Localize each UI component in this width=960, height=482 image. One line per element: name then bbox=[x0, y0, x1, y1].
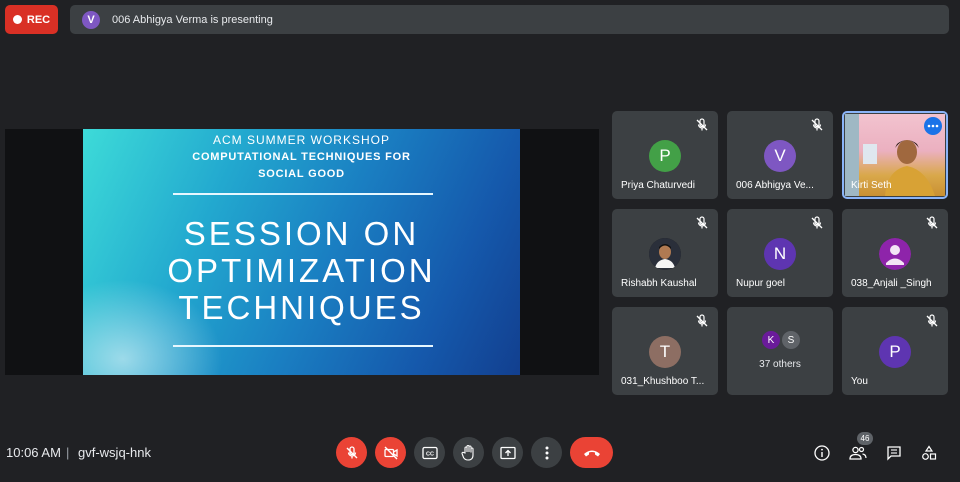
chat-button[interactable] bbox=[883, 442, 905, 464]
record-dot-icon bbox=[12, 15, 22, 24]
leave-call-button[interactable] bbox=[570, 437, 613, 468]
raise-hand-button[interactable] bbox=[453, 437, 484, 468]
slide-divider-bottom bbox=[173, 345, 433, 347]
default-person-avatar-icon bbox=[879, 238, 911, 270]
svg-text:CC: CC bbox=[426, 451, 434, 457]
clock: 10:06 AM bbox=[6, 445, 61, 460]
activities-icon bbox=[922, 445, 937, 460]
participant-avatar: P bbox=[649, 140, 681, 172]
self-name: You bbox=[851, 376, 868, 387]
slide-subheading-2: SOCIAL GOOD bbox=[258, 168, 345, 180]
mic-off-icon bbox=[926, 314, 938, 327]
presentation-slide: ACM SUMMER WORKSHOP COMPUTATIONAL TECHNI… bbox=[83, 129, 520, 375]
present-now-button[interactable] bbox=[492, 437, 523, 468]
hand-icon bbox=[460, 444, 474, 461]
participant-name: 031_Khushboo T... bbox=[621, 376, 705, 387]
presenting-text: 006 Abhigya Verma is presenting bbox=[112, 13, 273, 26]
mic-off-icon bbox=[926, 216, 938, 229]
slide-title-line1: SESSION ON bbox=[183, 215, 420, 252]
captions-button[interactable]: CC bbox=[414, 437, 445, 468]
mic-off-icon bbox=[346, 445, 357, 458]
hang-up-icon bbox=[583, 450, 600, 456]
camera-toggle-button[interactable] bbox=[375, 437, 406, 468]
camera-off-icon bbox=[383, 446, 398, 459]
participant-tile[interactable]: N Nupur goel bbox=[727, 209, 833, 297]
participant-tile[interactable]: T 031_Khushboo T... bbox=[612, 307, 718, 395]
slide-subheading-1: COMPUTATIONAL TECHNIQUES FOR bbox=[192, 151, 411, 163]
separator: | bbox=[66, 445, 70, 460]
mic-off-icon bbox=[811, 216, 823, 229]
mic-off-icon bbox=[696, 216, 708, 229]
slide-title-line2: OPTIMIZATION bbox=[167, 252, 436, 289]
recording-indicator: REC bbox=[5, 5, 58, 34]
others-tile[interactable]: K S 37 others bbox=[727, 307, 833, 395]
mic-toggle-button[interactable] bbox=[336, 437, 367, 468]
meeting-details-button[interactable] bbox=[811, 442, 833, 464]
participant-tile[interactable]: Rishabh Kaushal bbox=[612, 209, 718, 297]
presenter-avatar: V bbox=[82, 10, 100, 29]
participant-tile[interactable]: P Priya Chaturvedi bbox=[612, 111, 718, 199]
participant-name: 038_Anjali _Singh bbox=[851, 278, 932, 289]
more-options-icon[interactable] bbox=[924, 117, 942, 135]
other-avatar: S bbox=[782, 331, 800, 349]
people-count-badge: 46 bbox=[857, 432, 873, 445]
participant-avatar: N bbox=[764, 238, 796, 270]
slide-heading: ACM SUMMER WORKSHOP bbox=[212, 133, 390, 147]
self-avatar: P bbox=[879, 336, 911, 368]
info-icon bbox=[814, 445, 830, 461]
participant-name: 006 Abhigya Ve... bbox=[736, 180, 814, 191]
self-tile[interactable]: P You bbox=[842, 307, 948, 395]
activities-button[interactable] bbox=[918, 442, 940, 464]
mic-off-icon bbox=[696, 314, 708, 327]
meeting-code: gvf-wsjq-hnk bbox=[78, 445, 151, 460]
more-options-button[interactable] bbox=[531, 437, 562, 468]
people-button[interactable] bbox=[847, 442, 869, 464]
mic-off-icon bbox=[696, 118, 708, 131]
slide-divider-top bbox=[173, 193, 433, 195]
participant-name: Priya Chaturvedi bbox=[621, 180, 695, 191]
others-count-label: 37 others bbox=[759, 359, 801, 370]
presenting-banner: V 006 Abhigya Verma is presenting bbox=[70, 5, 949, 34]
rec-label: REC bbox=[26, 13, 51, 26]
present-screen-icon bbox=[499, 446, 516, 459]
chat-icon bbox=[887, 446, 901, 461]
participant-name: Nupur goel bbox=[736, 278, 785, 289]
participant-avatar: V bbox=[764, 140, 796, 172]
participant-avatar: T bbox=[649, 336, 681, 368]
slide-title-line3: TECHNIQUES bbox=[178, 289, 425, 326]
participant-name: Rishabh Kaushal bbox=[621, 278, 697, 289]
mic-off-icon bbox=[811, 118, 823, 131]
participant-photo-avatar bbox=[649, 238, 681, 270]
participant-tile[interactable]: V 006 Abhigya Ve... bbox=[727, 111, 833, 199]
people-icon bbox=[849, 446, 867, 460]
captions-icon: CC bbox=[421, 446, 438, 459]
participant-tile-active-speaker[interactable]: Kirti Seth bbox=[842, 111, 948, 199]
participant-name: Kirti Seth bbox=[851, 180, 892, 191]
other-avatar: K bbox=[762, 331, 780, 349]
participant-tile[interactable]: 038_Anjali _Singh bbox=[842, 209, 948, 297]
more-vert-icon bbox=[545, 446, 548, 459]
